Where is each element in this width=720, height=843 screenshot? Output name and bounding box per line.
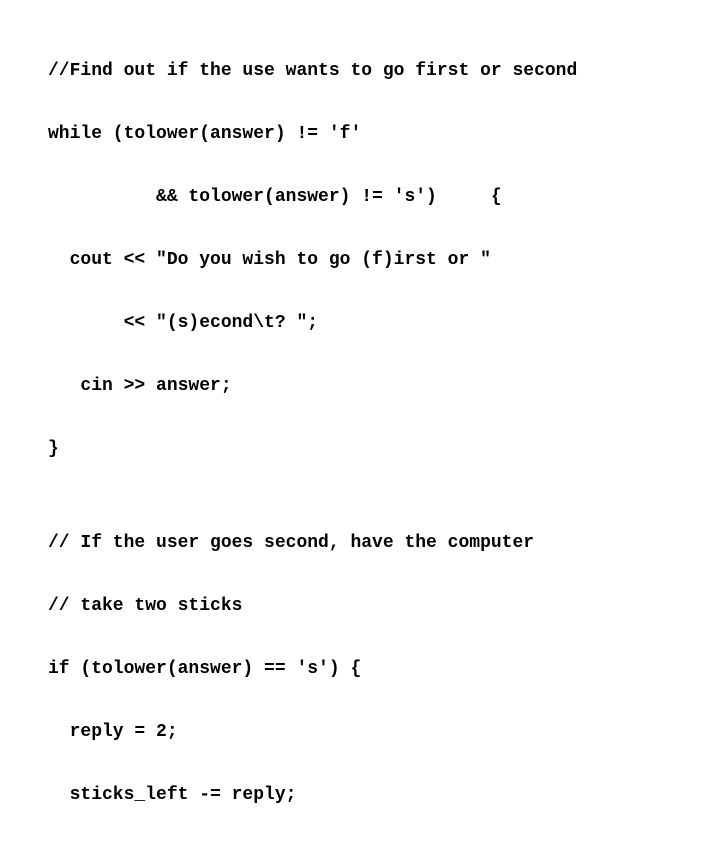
code-line: sticks_left -= reply; [48,780,672,812]
code-snippet: //Find out if the use wants to go first … [48,24,672,843]
code-line: } [48,434,672,466]
code-line: //Find out if the use wants to go first … [48,56,672,88]
code-line: cout << "Do you wish to go (f)irst or " [48,245,672,277]
code-line: cin >> answer; [48,371,672,403]
code-line: << "(s)econd\t? "; [48,308,672,340]
code-line: if (tolower(answer) == 's') { [48,654,672,686]
code-line: while (tolower(answer) != 'f' [48,119,672,151]
code-line: && tolower(answer) != 's') { [48,182,672,214]
code-line: // If the user goes second, have the com… [48,528,672,560]
code-line: // take two sticks [48,591,672,623]
code-line: reply = 2; [48,717,672,749]
